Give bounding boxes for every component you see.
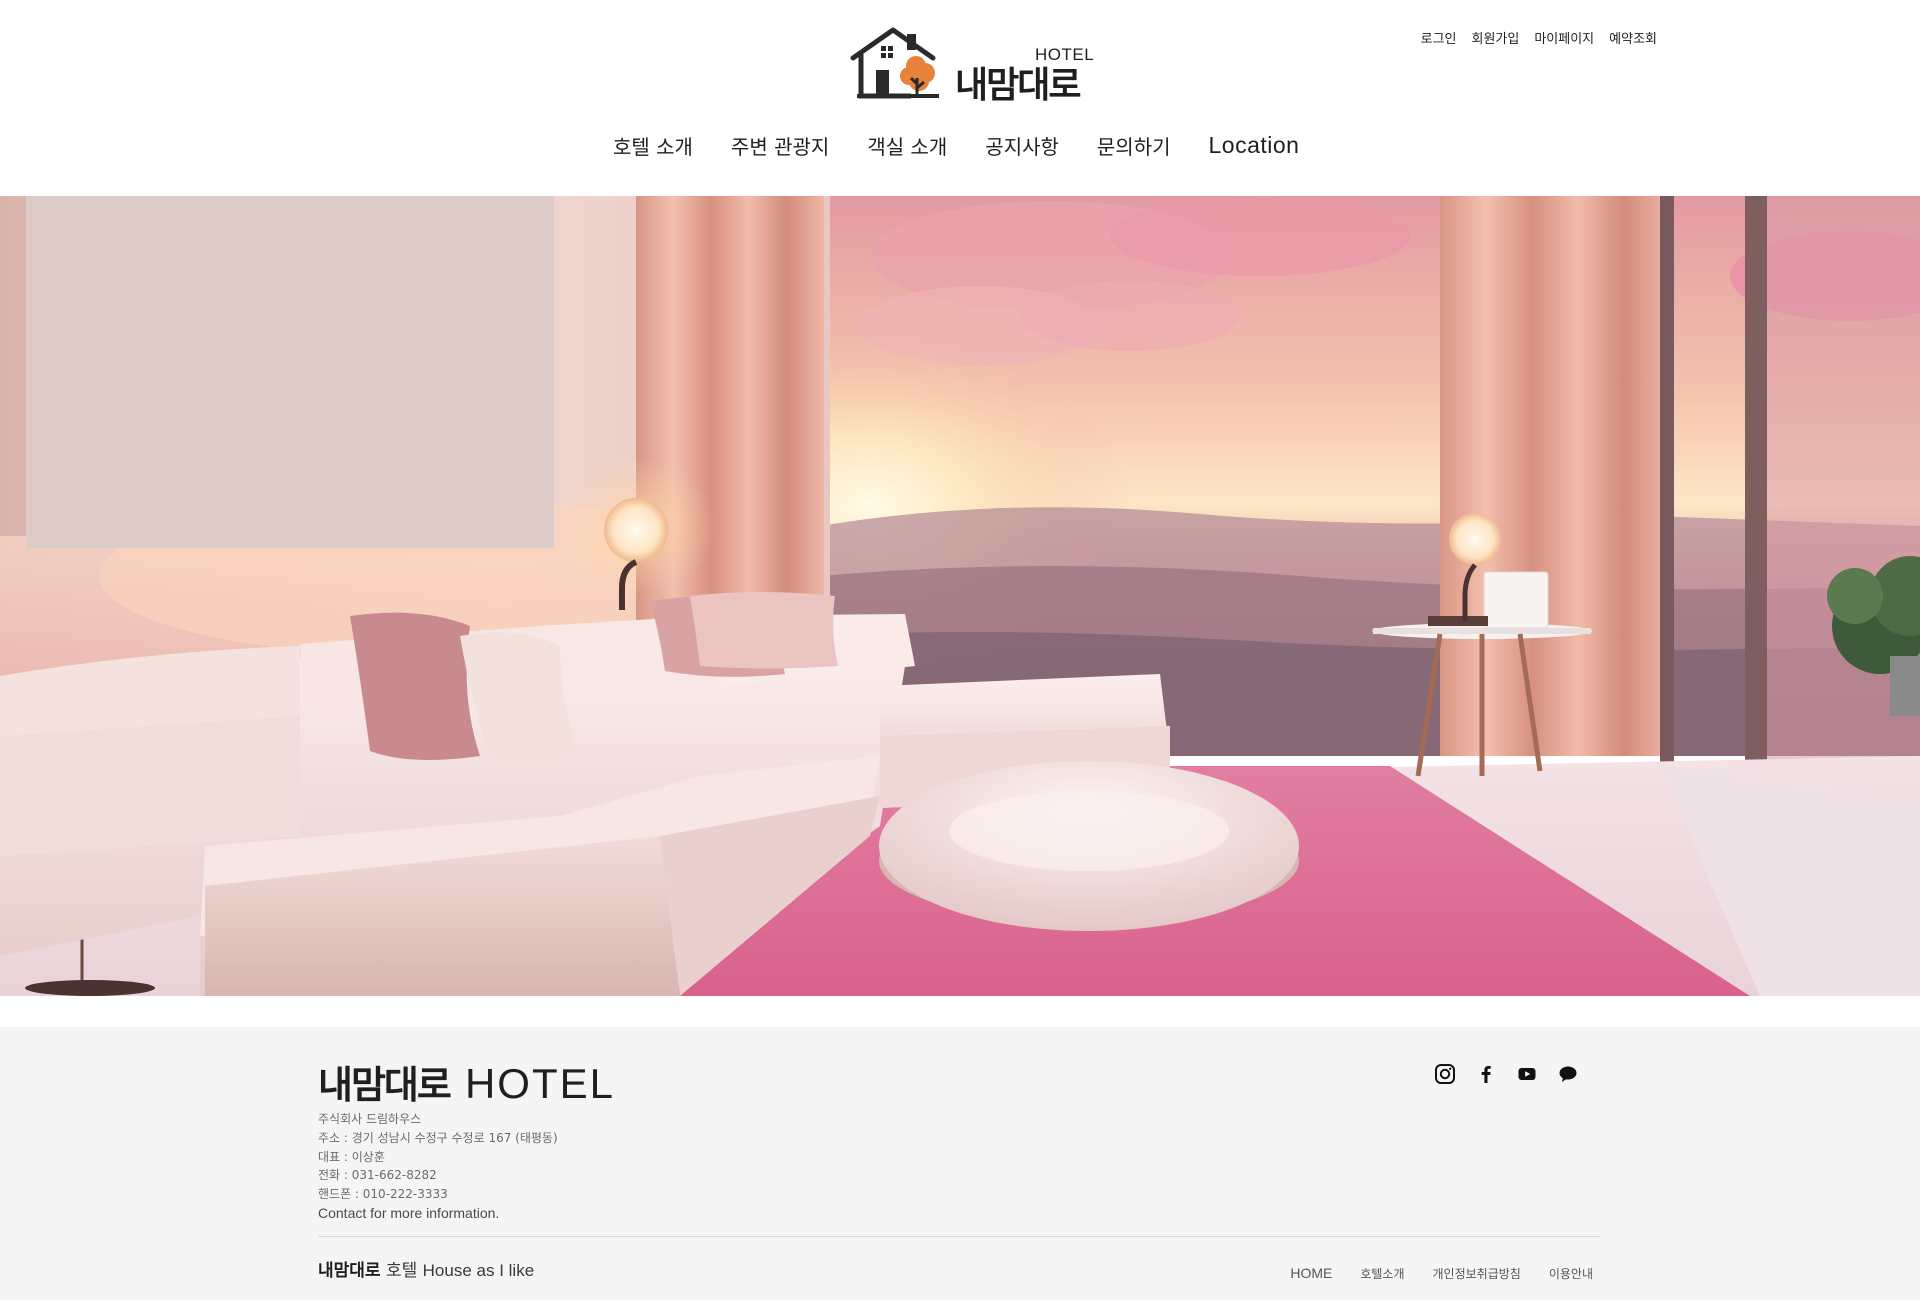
company-mobile: 핸드폰 : 010-222-3333: [318, 1187, 448, 1202]
site-footer: 내맘대로 HOTEL 주식회사 드림하우스 주소 : 경기 성남시 수정구 수정…: [0, 1027, 1920, 1300]
company-address: 주소 : 경기 성남시 수정구 수정로 167 (태평동): [318, 1130, 558, 1145]
reservation-lookup-link[interactable]: 예약조회: [1609, 28, 1657, 47]
chat-icon[interactable]: [1557, 1063, 1579, 1085]
footer-brand: 내맘대로 HOTEL: [318, 1054, 615, 1109]
nav-inquiry[interactable]: 문의하기: [1097, 131, 1171, 160]
instagram-icon[interactable]: [1434, 1063, 1456, 1085]
company-phone: 전화 : 031-662-8282: [318, 1168, 437, 1183]
company-ceo: 대표 : 이상훈: [318, 1149, 385, 1164]
footer-divider: [318, 1236, 1600, 1237]
hero-lounge-illustration: [0, 196, 1920, 996]
nav-hotel-intro[interactable]: 호텔 소개: [613, 131, 693, 160]
hotel-logo[interactable]: HOTEL 내맘대로: [847, 26, 1095, 106]
footer-tagline: 내맘대로 호텔 House as I like: [318, 1256, 534, 1281]
utility-nav: 로그인 회원가입 마이페이지 예약조회: [1421, 28, 1657, 47]
login-link[interactable]: 로그인: [1421, 28, 1457, 47]
footer-link-terms[interactable]: 이용안내: [1549, 1265, 1593, 1282]
main-nav: 호텔 소개 주변 관광지 객실 소개 공지사항 문의하기 Location: [613, 131, 1299, 160]
contact-note: Contact for more information.: [318, 1204, 500, 1221]
nav-rooms[interactable]: 객실 소개: [867, 131, 947, 160]
footer-link-privacy[interactable]: 개인정보취급방침: [1433, 1265, 1521, 1282]
youtube-icon[interactable]: [1516, 1063, 1538, 1085]
tagline-slogan: House as I like: [422, 1261, 535, 1280]
house-logo-icon: [850, 27, 939, 99]
logo-name: 내맘대로: [955, 65, 1081, 106]
footer-brand-name: 내맘대로: [318, 1063, 452, 1107]
site-header: HOTEL 내맘대로 로그인 회원가입 마이페이지 예약조회 호텔 소개 주변 …: [0, 0, 1920, 196]
social-links: [1434, 1063, 1579, 1085]
signup-link[interactable]: 회원가입: [1472, 28, 1520, 47]
footer-link-hotel-intro[interactable]: 호텔소개: [1360, 1265, 1404, 1282]
footer-nav: HOME 호텔소개 개인정보취급방침 이용안내: [1290, 1265, 1593, 1282]
tagline-name: 내맘대로: [318, 1261, 381, 1281]
tagline-hotel: 호텔: [385, 1261, 418, 1281]
nav-attractions[interactable]: 주변 관광지: [731, 131, 829, 160]
company-name: 주식회사 드림하우스: [318, 1112, 422, 1126]
nav-notices[interactable]: 공지사항: [985, 131, 1059, 160]
hero-image: [0, 196, 1920, 996]
nav-location[interactable]: Location: [1209, 132, 1300, 159]
footer-link-home[interactable]: HOME: [1290, 1265, 1332, 1281]
company-info: 주식회사 드림하우스 주소 : 경기 성남시 수정구 수정로 167 (태평동)…: [318, 1110, 558, 1223]
facebook-icon[interactable]: [1475, 1063, 1497, 1085]
footer-brand-hotel: HOTEL: [464, 1060, 615, 1107]
mypage-link[interactable]: 마이페이지: [1534, 28, 1594, 47]
